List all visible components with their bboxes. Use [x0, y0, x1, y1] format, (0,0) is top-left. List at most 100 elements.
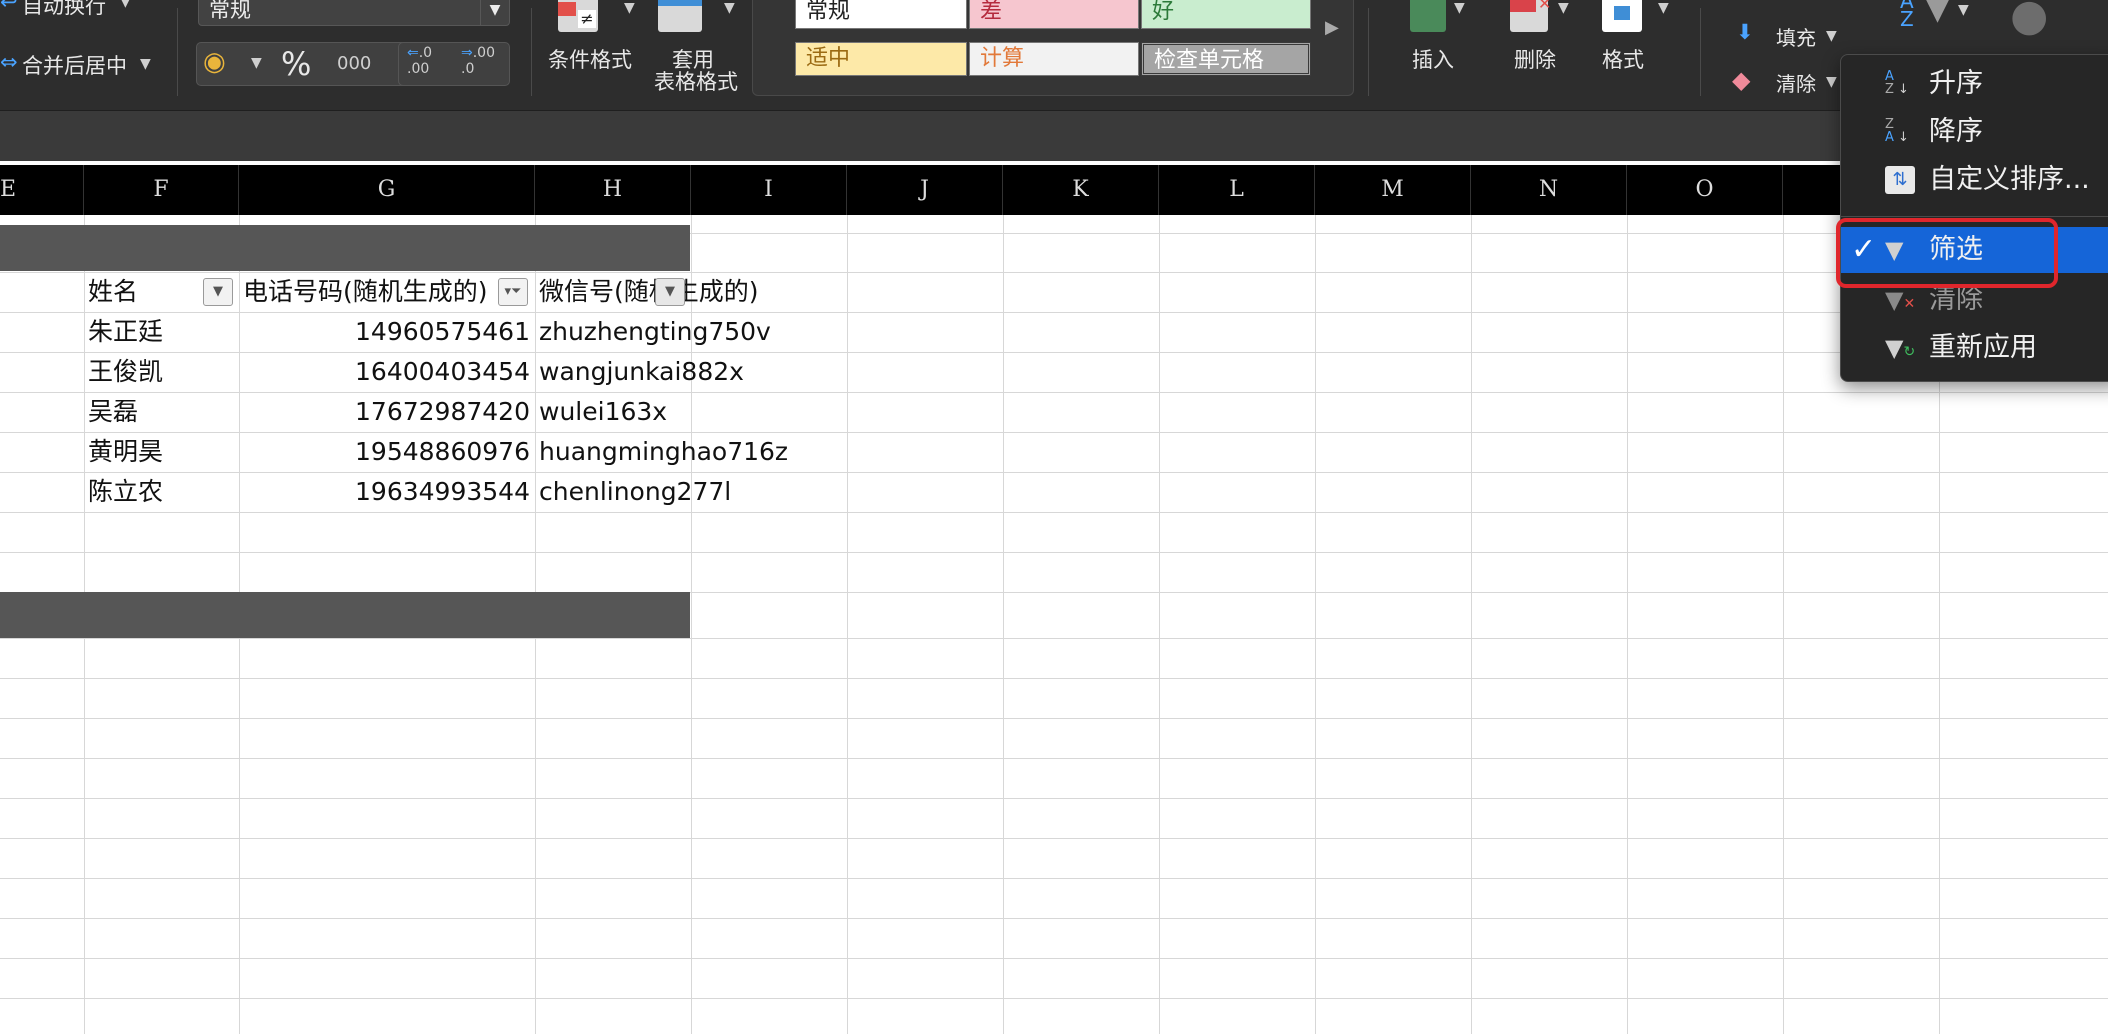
chevron-down-icon: ▼	[480, 0, 509, 25]
delete-icon: ✕	[1510, 0, 1551, 32]
column-header-E[interactable]: E	[0, 165, 84, 215]
menu-item-sort-ascending[interactable]: AZ ↓ 升序	[1841, 61, 2108, 107]
style-calculation[interactable]: 计算	[969, 42, 1139, 76]
column-header-K[interactable]: K	[1003, 165, 1159, 215]
thousands-button[interactable]: 000	[337, 53, 371, 74]
chevron-down-icon: ▼	[1558, 0, 1569, 16]
column-header-F[interactable]: F	[84, 165, 239, 215]
decrease-decimal-button[interactable]: ⇒.00.0	[461, 45, 505, 77]
cell-wechat[interactable]: zhuzhengting750v	[539, 312, 771, 352]
filter-dropdown-name[interactable]: ▼	[203, 278, 233, 306]
style-normal[interactable]: 常规	[795, 0, 967, 29]
format-button[interactable]: ▼ 格式	[1600, 0, 1680, 76]
column-header-G[interactable]: G	[239, 165, 535, 215]
style-bad[interactable]: 差	[969, 0, 1139, 29]
column-header-I[interactable]: I	[691, 165, 847, 215]
insert-icon	[1410, 0, 1446, 32]
header-phone[interactable]: 电话号码(随机生成的)	[243, 272, 488, 312]
sort-filter-button[interactable]: AZ ▼ ▼	[1900, 0, 1980, 36]
sort-filter-menu: AZ ↓ 升序 ZA ↓ 降序 ⇅ 自定义排序... ✓ ▼ 筛选 ▼✕ 清除 …	[1840, 54, 2108, 382]
cell-wechat[interactable]: huangminghao716z	[539, 432, 788, 472]
format-cells-icon	[1602, 0, 1642, 32]
menu-item-filter[interactable]: ✓ ▼ 筛选	[1841, 227, 2108, 273]
arrow-right-icon: ⇒	[461, 45, 473, 61]
cell-name[interactable]: 王俊凯	[88, 352, 163, 392]
cell-name[interactable]: 陈立农	[88, 472, 163, 512]
merge-icon: ⇔	[0, 50, 18, 74]
menu-item-custom-sort[interactable]: ⇅ 自定义排序...	[1841, 157, 2108, 203]
column-header-J[interactable]: J	[847, 165, 1003, 215]
search-icon[interactable]: ●	[2010, 0, 2048, 41]
column-header-O[interactable]: O	[1627, 165, 1783, 215]
sort-ascending-icon: AZ ↓	[1885, 69, 1909, 97]
style-neutral[interactable]: 适中	[795, 42, 967, 76]
menu-item-clear-filter[interactable]: ▼✕ 清除	[1841, 277, 2108, 323]
chevron-down-icon: ▼	[140, 56, 151, 72]
column-header-L[interactable]: L	[1159, 165, 1315, 215]
conditional-format-button[interactable]: ≠ ▼ 条件格式	[548, 0, 648, 76]
cell-phone[interactable]: 16400403454	[243, 352, 530, 392]
chevron-down-icon: ▼	[1826, 28, 1837, 44]
ribbon-separator	[1700, 8, 1701, 96]
chevron-down-icon[interactable]: ▼	[251, 55, 262, 71]
filter-icon: ▼	[1885, 236, 1904, 264]
fill-button[interactable]: ⬇ 填充 ▼	[1736, 20, 1846, 54]
percent-button[interactable]: %	[281, 45, 311, 83]
insert-button[interactable]: ▼ 插入	[1396, 0, 1476, 76]
column-header-N[interactable]: N	[1471, 165, 1627, 215]
cell-name[interactable]: 黄明昊	[88, 432, 163, 472]
wrap-text-label: 自动换行	[22, 0, 106, 18]
gallery-scroll-right-icon[interactable]: ▶	[1325, 17, 1339, 38]
menu-item-label: 重新应用	[1929, 332, 2037, 363]
menu-item-reapply[interactable]: ▼↻ 重新应用	[1841, 325, 2108, 371]
filter-dropdown-wechat[interactable]: ▼	[655, 278, 685, 306]
delete-label: 删除	[1514, 48, 1556, 72]
currency-icon[interactable]: ◉	[203, 47, 245, 81]
clear-label: 清除	[1776, 72, 1816, 96]
fill-label: 填充	[1776, 26, 1816, 50]
arrow-left-icon: ⇐	[407, 45, 419, 61]
number-format-select[interactable]: 常规 ▼	[198, 0, 510, 26]
column-header-M[interactable]: M	[1315, 165, 1471, 215]
format-as-table-button[interactable]: ▼ 套用 表格格式	[650, 0, 750, 100]
format-as-table-icon	[658, 0, 702, 32]
insert-label: 插入	[1412, 48, 1454, 72]
sort-descending-icon: ZA ↓	[1885, 117, 1909, 145]
ribbon: ↩ 自动换行 ▼ ⇔ 合并后居中 ▼ 常规 ▼ ◉ ▼ % 000 ⇐.0.00…	[0, 0, 2108, 110]
chevron-down-icon: ▼	[624, 0, 635, 16]
reapply-filter-icon: ▼↻	[1885, 334, 1916, 362]
fill-down-icon: ⬇	[1736, 20, 1754, 44]
wrap-text-icon: ↩	[0, 0, 18, 14]
chevron-down-icon: ▼	[120, 0, 131, 10]
cell-name[interactable]: 吴磊	[88, 392, 138, 432]
chevron-down-icon: ▼	[1454, 0, 1465, 16]
cell-phone[interactable]: 19634993544	[243, 472, 530, 512]
cell-wechat[interactable]: chenlinong277l	[539, 472, 731, 512]
cell-phone[interactable]: 14960575461	[243, 312, 530, 352]
cell-wechat[interactable]: wangjunkai882x	[539, 352, 744, 392]
style-good[interactable]: 好	[1141, 0, 1311, 29]
cell-phone[interactable]: 19548860976	[243, 432, 530, 472]
header-name[interactable]: 姓名	[88, 272, 138, 312]
cell-wechat[interactable]: wulei163x	[539, 392, 667, 432]
format-label: 格式	[1602, 48, 1644, 72]
column-header-H[interactable]: H	[535, 165, 691, 215]
clear-button[interactable]: ◆ 清除 ▼	[1732, 66, 1842, 100]
increase-decimal-button[interactable]: ⇐.0.00	[407, 45, 451, 77]
header-wechat[interactable]: 微信号(随机生成的)	[539, 272, 759, 312]
chevron-down-icon: ▼	[1958, 2, 1969, 18]
filter-dropdown-phone[interactable]: ▾⏷	[498, 278, 528, 306]
number-format-group: ◉ ▼ % 000	[196, 42, 422, 86]
cell-phone[interactable]: 17672987420	[243, 392, 530, 432]
menu-item-label: 清除	[1929, 284, 1983, 315]
sort-az-icon: AZ	[1900, 0, 1914, 31]
menu-item-sort-descending[interactable]: ZA ↓ 降序	[1841, 109, 2108, 155]
cell-name[interactable]: 朱正廷	[88, 312, 163, 352]
style-check-cell[interactable]: 检查单元格	[1141, 42, 1311, 76]
number-format-value: 常规	[209, 0, 251, 22]
ribbon-separator	[1368, 8, 1369, 96]
ribbon-separator	[177, 8, 178, 96]
delete-button[interactable]: ✕ ▼ 删除	[1498, 0, 1578, 76]
conditional-format-icon: ≠	[558, 0, 598, 32]
cell-styles-gallery: 常规 差 好 适中 计算 检查单元格 ▶	[752, 0, 1354, 96]
